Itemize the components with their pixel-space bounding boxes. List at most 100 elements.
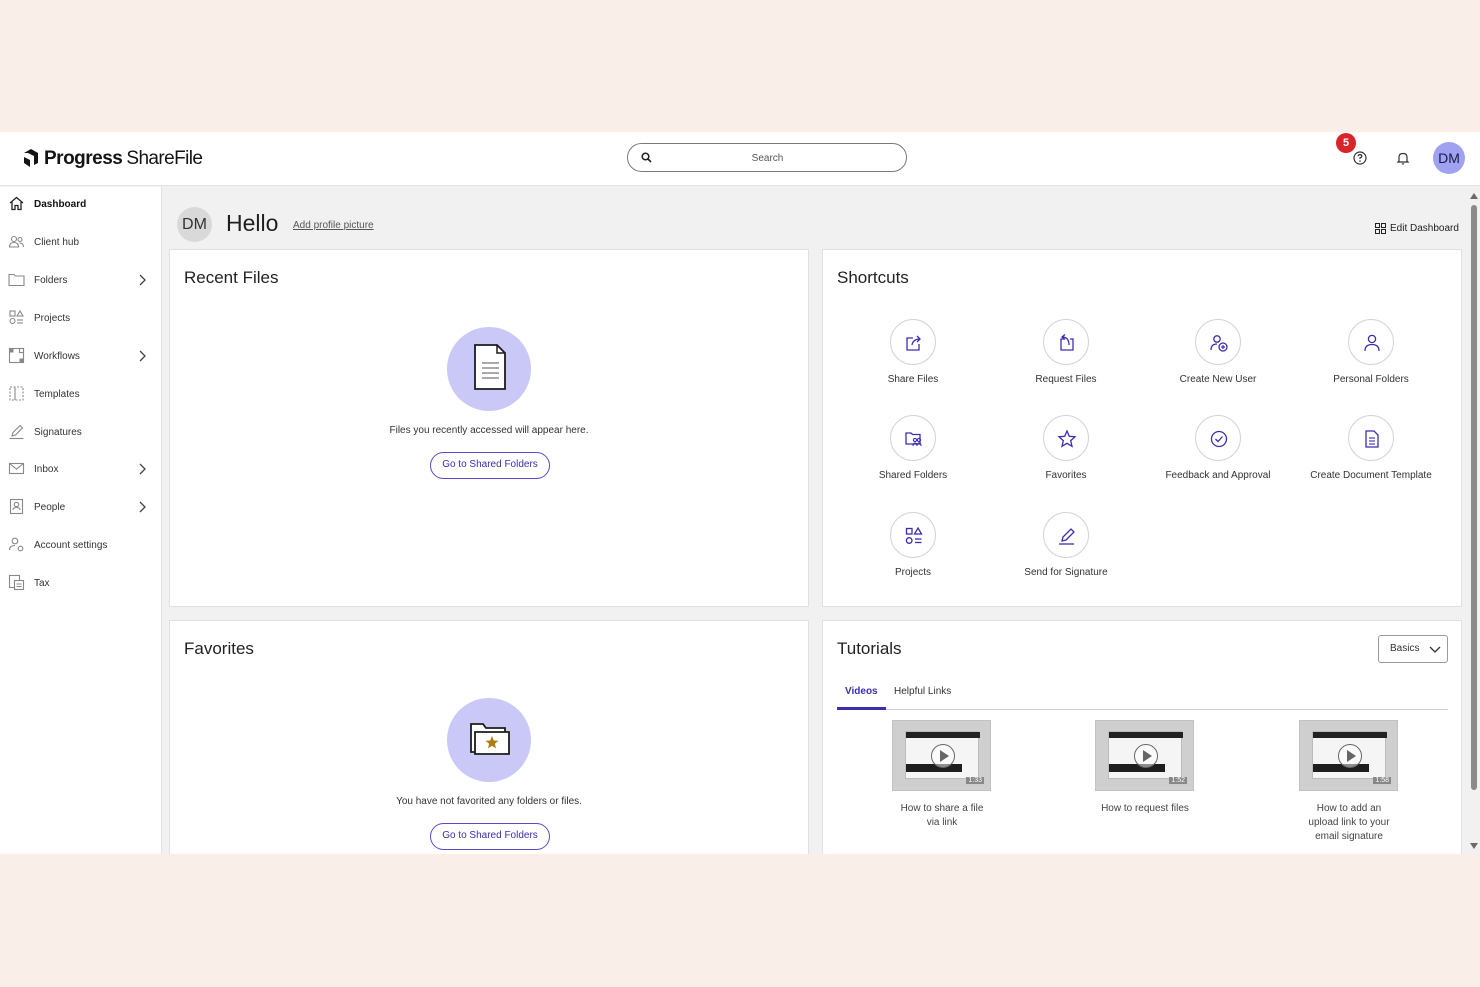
shortcut-circle[interactable] (1043, 319, 1089, 365)
shortcut-projects[interactable]: Projects (838, 512, 988, 592)
request-icon (1060, 334, 1074, 351)
mail-icon (8, 462, 25, 475)
shortcut-circle[interactable] (1043, 415, 1089, 461)
scroll-up-icon[interactable] (1470, 193, 1478, 199)
sidebar-item-folders[interactable]: Folders (0, 265, 162, 295)
shortcut-create-document-template[interactable]: Create Document Template (1296, 415, 1446, 495)
shortcut-label: Share Files (887, 374, 939, 385)
sidebar-item-label: Dashboard (34, 198, 87, 210)
recent-files-empty-text: Files you recently accessed will appear … (389, 425, 589, 436)
tab-helpful-links[interactable]: Helpful Links (894, 686, 951, 697)
logo-product: ShareFile (126, 148, 203, 169)
video-thumbnail[interactable]: 1:58 (1299, 720, 1398, 791)
chevron-right-icon[interactable] (138, 350, 146, 362)
shortcut-circle[interactable] (1195, 415, 1241, 461)
search-icon (641, 152, 652, 163)
shortcut-circle[interactable] (890, 415, 936, 461)
sidebar-item-projects[interactable]: Projects (0, 303, 162, 333)
scrollbar-thumb[interactable] (1471, 205, 1477, 790)
tutorials-tabs: Videos Helpful Links (837, 685, 1448, 710)
tax-icon (8, 574, 25, 591)
shortcut-request-files[interactable]: Request Files (991, 319, 1141, 399)
logo-brand: Progress (44, 148, 123, 169)
search-input[interactable] (660, 148, 875, 168)
user-avatar[interactable]: DM (1433, 142, 1465, 174)
favorites-empty-text: You have not favorited any folders or fi… (396, 796, 582, 807)
shortcut-circle[interactable] (1195, 319, 1241, 365)
scroll-down-icon[interactable] (1470, 843, 1478, 849)
profile-avatar[interactable]: DM (177, 207, 212, 242)
bell-icon[interactable] (1394, 149, 1412, 167)
video-preview-bar (1313, 764, 1369, 772)
tab-videos[interactable]: Videos (845, 686, 878, 697)
video-preview-bar (1313, 732, 1387, 738)
page-scrollbar[interactable] (1468, 187, 1480, 854)
home-icon (9, 196, 24, 211)
app-window: Progress ShareFile 5 DM Dashboard (0, 132, 1480, 854)
shortcut-share-files[interactable]: Share Files (838, 319, 988, 399)
shortcut-feedback-and-approval[interactable]: Feedback and Approval (1143, 415, 1293, 495)
shortcut-favorites[interactable]: Favorites (991, 415, 1141, 495)
chevron-right-icon[interactable] (138, 463, 146, 475)
shortcut-circle[interactable] (1348, 319, 1394, 365)
sidebar-item-signatures[interactable]: Signatures (0, 417, 162, 447)
video-title[interactable]: How to request files (1078, 802, 1212, 816)
shortcut-personal-folders[interactable]: Personal Folders (1296, 319, 1446, 399)
chevron-right-icon[interactable] (138, 274, 146, 286)
play-icon[interactable] (931, 744, 955, 768)
shortcut-send-for-signature[interactable]: Send for Signature (991, 512, 1141, 592)
go-to-shared-folders-button[interactable]: Go to Shared Folders (430, 452, 550, 479)
shortcut-circle[interactable] (1348, 415, 1394, 461)
shortcut-create-new-user[interactable]: Create New User (1143, 319, 1293, 399)
sidebar-item-label: Workflows (34, 350, 80, 362)
video-duration: 1:58 (1373, 777, 1391, 784)
document-icon (1365, 430, 1379, 448)
shortcut-circle[interactable] (890, 319, 936, 365)
sidebar-item-label: Templates (34, 388, 80, 400)
progress-logo-icon (24, 149, 38, 167)
recent-files-title: Recent Files (184, 268, 279, 287)
sidebar-item-account-settings[interactable]: Account settings (0, 530, 162, 560)
recent-files-illustration (447, 327, 531, 411)
add-profile-picture-link[interactable]: Add profile picture (293, 220, 374, 231)
sidebar-item-tax[interactable]: Tax (0, 568, 162, 598)
shortcut-label: Feedback and Approval (1165, 470, 1271, 481)
play-icon[interactable] (1134, 744, 1158, 768)
people-icon (8, 235, 25, 248)
edit-dashboard-button[interactable]: Edit Dashboard (1375, 223, 1459, 234)
pen-icon (1059, 528, 1075, 545)
chevron-right-icon[interactable] (138, 501, 146, 513)
sidebar-item-client-hub[interactable]: Client hub (0, 227, 162, 257)
video-title[interactable]: How to add an upload link to your email … (1282, 802, 1416, 844)
video-duration: 1:33 (966, 777, 984, 784)
video-title[interactable]: How to share a file via link (875, 802, 1009, 830)
sidebar-item-label: Inbox (34, 463, 59, 475)
shortcut-label: Create Document Template (1310, 470, 1432, 481)
sidebar-item-people[interactable]: People (0, 492, 162, 522)
dropdown-value: Basics (1390, 643, 1420, 654)
sidebar-item-inbox[interactable]: Inbox (0, 454, 162, 484)
go-to-shared-folders-button[interactable]: Go to Shared Folders (430, 823, 550, 850)
projects-icon (905, 526, 923, 544)
shortcut-label: Create New User (1179, 374, 1257, 385)
help-icon[interactable] (1351, 149, 1369, 167)
sidebar-item-templates[interactable]: Templates (0, 379, 162, 409)
shortcut-label: Favorites (1045, 470, 1087, 481)
sidebar-item-workflows[interactable]: Workflows (0, 341, 162, 371)
shortcut-circle[interactable] (1043, 512, 1089, 558)
edit-dashboard-label: Edit Dashboard (1390, 223, 1459, 234)
video-preview-bar (906, 764, 962, 772)
sidebar-item-dashboard[interactable]: Dashboard (0, 189, 162, 219)
pen-icon (9, 424, 24, 440)
video-thumbnail[interactable]: 1:33 (892, 720, 991, 791)
active-tab-indicator (837, 707, 886, 710)
logo[interactable]: Progress ShareFile (22, 146, 203, 172)
share-icon (906, 335, 921, 351)
search-box[interactable] (627, 143, 907, 172)
video-thumbnail[interactable]: 1:52 (1095, 720, 1194, 791)
tutorials-level-dropdown[interactable]: Basics (1378, 635, 1448, 663)
play-icon[interactable] (1338, 744, 1362, 768)
shortcut-shared-folders[interactable]: Shared Folders (838, 415, 988, 495)
shortcut-circle[interactable] (890, 512, 936, 558)
workflows-icon (8, 347, 25, 364)
